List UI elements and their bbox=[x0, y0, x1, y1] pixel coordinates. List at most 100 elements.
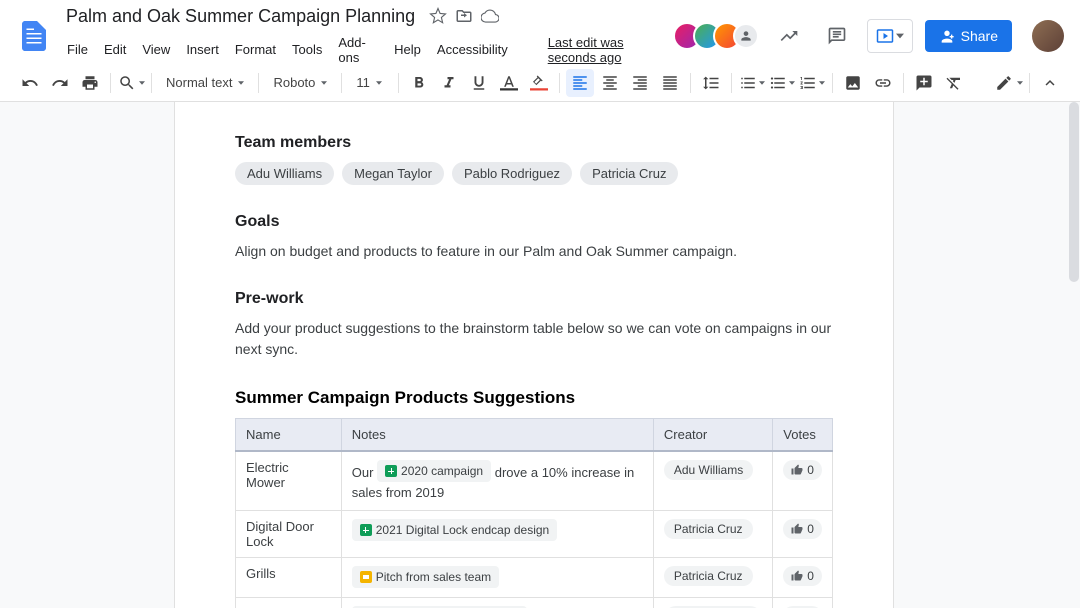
person-chip[interactable]: Pablo Rodriguez bbox=[452, 162, 572, 185]
comments-icon[interactable] bbox=[819, 18, 855, 54]
underline-button[interactable] bbox=[465, 69, 493, 97]
font-size-select[interactable]: 11 bbox=[348, 69, 392, 97]
votes-cell: 0 bbox=[773, 558, 833, 598]
align-justify-button[interactable] bbox=[656, 69, 684, 97]
votes-cell: 0 bbox=[773, 451, 833, 511]
add-comment-button[interactable] bbox=[910, 69, 938, 97]
last-edit-link[interactable]: Last edit was seconds ago bbox=[541, 31, 681, 69]
sheets-icon bbox=[360, 524, 372, 536]
menu-tools[interactable]: Tools bbox=[285, 38, 329, 61]
star-icon[interactable] bbox=[429, 7, 447, 25]
line-spacing-button[interactable] bbox=[697, 69, 725, 97]
scrollbar-thumb[interactable] bbox=[1069, 102, 1079, 282]
team-heading: Team members bbox=[235, 134, 833, 152]
prework-text: Add your product suggestions to the brai… bbox=[235, 318, 833, 360]
votes-cell: 0 bbox=[773, 511, 833, 558]
style-select[interactable]: Normal text bbox=[158, 69, 252, 97]
creator-cell: Adu Williams bbox=[653, 451, 772, 511]
menu-help[interactable]: Help bbox=[387, 38, 428, 61]
table-row: Digital Door Lock 2021 Digital Lock endca… bbox=[236, 511, 833, 558]
editing-mode-button[interactable] bbox=[995, 69, 1023, 97]
person-chip[interactable]: Adu Williams bbox=[664, 460, 753, 480]
highlight-button[interactable] bbox=[525, 69, 553, 97]
slides-icon bbox=[360, 571, 372, 583]
scrollbar[interactable] bbox=[1068, 102, 1080, 608]
menu-insert[interactable]: Insert bbox=[179, 38, 226, 61]
menu-edit[interactable]: Edit bbox=[97, 38, 133, 61]
votes-cell: 0 bbox=[773, 597, 833, 608]
menu-view[interactable]: View bbox=[135, 38, 177, 61]
docs-logo-icon[interactable] bbox=[16, 18, 52, 54]
share-button[interactable]: Share bbox=[925, 20, 1012, 52]
font-select[interactable]: Roboto bbox=[265, 69, 335, 97]
text-color-button[interactable] bbox=[495, 69, 523, 97]
clear-format-button[interactable] bbox=[940, 69, 968, 97]
creator-cell: Patricia Cruz bbox=[653, 511, 772, 558]
bold-button[interactable] bbox=[405, 69, 433, 97]
italic-button[interactable] bbox=[435, 69, 463, 97]
product-name: Patio Furniture bbox=[236, 597, 342, 608]
insert-link-button[interactable] bbox=[869, 69, 897, 97]
vote-chip[interactable]: 0 bbox=[783, 519, 822, 539]
zoom-control[interactable] bbox=[117, 69, 145, 97]
align-left-button[interactable] bbox=[566, 69, 594, 97]
product-notes: Pitch from sales team bbox=[341, 558, 653, 598]
table-row: Patio FurnitureSummer Furniture features… bbox=[236, 597, 833, 608]
menu-accessibility[interactable]: Accessibility bbox=[430, 38, 515, 61]
checklist-button[interactable] bbox=[738, 69, 766, 97]
person-chip[interactable]: Patricia Cruz bbox=[664, 566, 753, 586]
table-header: Notes bbox=[341, 419, 653, 452]
activity-icon[interactable] bbox=[771, 18, 807, 54]
share-label: Share bbox=[961, 28, 998, 44]
menu-file[interactable]: File bbox=[60, 38, 95, 61]
product-notes: Summer Furniture features bbox=[341, 597, 653, 608]
doc-title[interactable]: Palm and Oak Summer Campaign Planning bbox=[60, 4, 421, 29]
creator-cell: Pablo Rodriguez bbox=[653, 597, 772, 608]
prework-heading: Pre-work bbox=[235, 290, 833, 308]
vote-chip[interactable]: 0 bbox=[783, 460, 822, 480]
print-button[interactable] bbox=[76, 69, 104, 97]
toolbar: Normal text Roboto 11 bbox=[0, 64, 1080, 102]
file-chip[interactable]: Pitch from sales team bbox=[352, 566, 499, 588]
product-name: Grills bbox=[236, 558, 342, 598]
avatar-anonymous[interactable] bbox=[733, 23, 759, 49]
creator-cell: Patricia Cruz bbox=[653, 558, 772, 598]
table-row: Electric MowerOur 2020 campaign drove a … bbox=[236, 451, 833, 511]
align-right-button[interactable] bbox=[626, 69, 654, 97]
menu-format[interactable]: Format bbox=[228, 38, 283, 61]
collapse-toolbar-button[interactable] bbox=[1036, 69, 1064, 97]
product-notes: 2021 Digital Lock endcap design bbox=[341, 511, 653, 558]
canvas[interactable]: Team members Adu Williams Megan Taylor Pab… bbox=[0, 102, 1068, 608]
menu-addons[interactable]: Add-ons bbox=[331, 31, 385, 69]
undo-button[interactable] bbox=[16, 69, 44, 97]
document-page[interactable]: Team members Adu Williams Megan Taylor Pab… bbox=[174, 102, 894, 608]
bullet-list-button[interactable] bbox=[768, 69, 796, 97]
person-chip[interactable]: Patricia Cruz bbox=[664, 519, 753, 539]
file-chip[interactable]: 2020 campaign bbox=[377, 460, 491, 482]
person-chip[interactable]: Megan Taylor bbox=[342, 162, 444, 185]
products-table: NameNotesCreatorVotes Electric MowerOur … bbox=[235, 418, 833, 608]
menubar: File Edit View Insert Format Tools Add-o… bbox=[60, 31, 681, 69]
present-button[interactable] bbox=[867, 19, 913, 53]
account-avatar[interactable] bbox=[1032, 20, 1064, 52]
person-chip[interactable]: Patricia Cruz bbox=[580, 162, 678, 185]
table-header: Creator bbox=[653, 419, 772, 452]
insert-image-button[interactable] bbox=[839, 69, 867, 97]
product-name: Electric Mower bbox=[236, 451, 342, 511]
number-list-button[interactable] bbox=[798, 69, 826, 97]
file-chip[interactable]: 2021 Digital Lock endcap design bbox=[352, 519, 557, 541]
app-header: Palm and Oak Summer Campaign Planning Fi… bbox=[0, 0, 1080, 64]
vote-chip[interactable]: 0 bbox=[783, 566, 822, 586]
goals-text: Align on budget and products to feature … bbox=[235, 241, 833, 262]
person-chip[interactable]: Adu Williams bbox=[235, 162, 334, 185]
cloud-status-icon[interactable] bbox=[481, 7, 499, 25]
align-center-button[interactable] bbox=[596, 69, 624, 97]
goals-heading: Goals bbox=[235, 213, 833, 231]
collaborator-avatars[interactable] bbox=[681, 22, 759, 50]
product-notes: Our 2020 campaign drove a 10% increase i… bbox=[341, 451, 653, 511]
move-icon[interactable] bbox=[455, 7, 473, 25]
redo-button[interactable] bbox=[46, 69, 74, 97]
product-name: Digital Door Lock bbox=[236, 511, 342, 558]
products-heading: Summer Campaign Products Suggestions bbox=[235, 388, 833, 408]
sheets-icon bbox=[385, 465, 397, 477]
